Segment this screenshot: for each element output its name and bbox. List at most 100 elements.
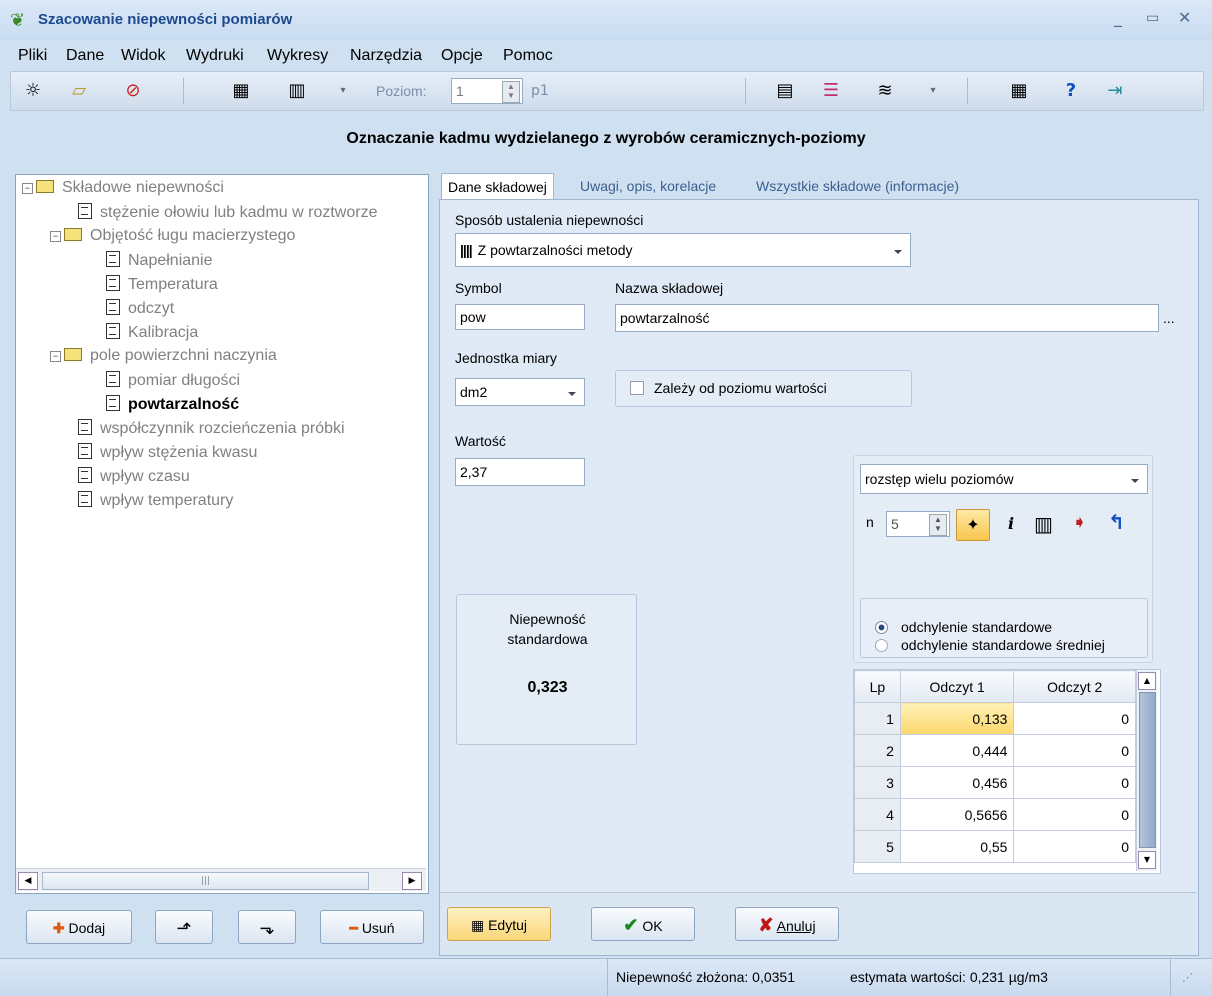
exit-icon[interactable]: ⇥ [1103,79,1127,103]
radio-std-dev-mean[interactable] [875,639,888,652]
method-dropdown[interactable]: |||| Z powtarzalności metody [455,233,911,267]
cell-odczyt-2[interactable]: 0 [1013,702,1136,735]
scroll-right-icon[interactable]: ▶ [402,872,422,890]
tab-dane-skladowej[interactable]: Dane składowej [441,173,554,201]
tree-item[interactable]: wpływ stężenia kwasu [78,443,257,462]
edit-icon: ▦ [470,917,485,933]
tree-item[interactable]: − Objętość ługu macierzystego [50,227,295,245]
status-separator [607,959,608,996]
tree-item-label: wpływ temperatury [100,492,234,509]
report-icon[interactable]: ▤ [773,79,797,103]
tree-item[interactable]: wpływ temperatury [78,491,233,510]
scroll-up-icon[interactable]: ▲ [1138,672,1156,690]
stop-icon[interactable]: ⊘ [121,79,145,103]
resize-grip-icon[interactable]: ⋰ [1182,971,1193,984]
tree-item-selected[interactable]: powtarzalność [106,395,239,414]
help-icon[interactable]: ? [1059,79,1083,103]
tree-item[interactable]: pomiar długości [106,371,240,390]
cell-odczyt-2[interactable]: 0 [1013,734,1136,767]
cell-odczyt-1[interactable]: 0,5656 [899,798,1015,831]
maximize-button[interactable]: ▭ [1146,10,1159,26]
cell-odczyt-1[interactable]: 0,55 [899,830,1015,863]
edit-button[interactable]: ▦ Edytuj [447,907,551,941]
menu-pliki[interactable]: Pliki [18,47,47,65]
table-vertical-scrollbar[interactable]: ▲ ▼ [1136,670,1157,871]
scroll-thumb[interactable]: ||| [42,872,369,890]
scroll-down-icon[interactable]: ▼ [1138,851,1156,869]
paste-icon[interactable]: ➧ [1072,512,1087,533]
scroll-left-icon[interactable]: ◀ [18,872,38,890]
name-more-button[interactable]: ... [1163,310,1175,326]
cell-odczyt-1[interactable]: 0,133 [899,702,1015,735]
collapse-icon[interactable]: − [50,351,61,362]
calculator-icon[interactable]: ▦ [1007,79,1031,103]
tree-item[interactable]: stężenie ołowiu lub kadmu w roztworze [78,203,377,222]
tree-item[interactable]: Kalibracja [106,323,198,342]
tree-item-label: stężenie ołowiu lub kadmu w roztworze [100,204,378,221]
remove-button[interactable]: ━ Usuń [320,910,424,944]
export-icon[interactable]: ▦ [229,79,253,103]
cell-odczyt-2[interactable]: 0 [1013,766,1136,799]
menu-dane[interactable]: Dane [66,47,104,65]
new-icon[interactable]: ☼ [21,79,45,103]
menu-narzedzia[interactable]: Narzędzia [350,47,422,65]
uncertainty-label-1: Niepewność [509,611,586,627]
cell-odczyt-1[interactable]: 0,456 [899,766,1015,799]
menu-widok[interactable]: Widok [121,47,165,65]
depends-checkbox[interactable] [630,381,644,395]
tab-wszystkie-skladowe[interactable]: Wszystkie składowe (informacje) [750,173,965,199]
symbol-input[interactable]: pow [455,304,585,330]
value-input[interactable]: 2,37 [455,458,585,486]
tree-item[interactable]: odczyt [106,299,174,318]
tree-horizontal-scrollbar[interactable]: ◀ ||| ▶ [16,868,426,891]
ok-button[interactable]: ✔ OK [591,907,695,941]
minimize-button[interactable]: _ [1114,8,1122,27]
tab-uwagi[interactable]: Uwagi, opis, korelacje [574,173,722,199]
tree-item-label: pomiar długości [128,372,241,389]
tree-item[interactable]: − pole powierzchni naczynia [50,347,277,365]
scroll-thumb[interactable] [1139,692,1156,848]
menu-bar: Pliki Dane Widok Wydruki Wykresy Narzędz… [0,43,1212,69]
poziom-spinner[interactable]: 1 ▲ ▼ [451,78,523,104]
method-label: Sposób ustalenia niepewności [455,212,644,228]
mode-dropdown[interactable]: rozstęp wielu poziomów [860,464,1148,494]
grid-icon[interactable]: ▥ [1034,512,1053,536]
document-icon [106,323,120,339]
line-chart-icon[interactable]: ≋ [873,79,897,103]
tree-item[interactable]: wpływ czasu [78,467,190,486]
spinner-arrows-icon[interactable]: ▲ ▼ [502,81,520,103]
move-up-button[interactable]: ⬏ [155,910,213,944]
menu-pomoc[interactable]: Pomoc [503,47,553,65]
open-folder-icon[interactable]: ▱ [67,79,91,103]
cancel-button[interactable]: ✘ Anuluj [735,907,839,941]
collapse-icon[interactable]: − [50,231,61,242]
menu-wykresy[interactable]: Wykresy [267,47,328,65]
menu-opcje[interactable]: Opcje [441,47,483,65]
ok-button-label: OK [642,918,663,934]
menu-wydruki[interactable]: Wydruki [186,47,244,65]
tree-item[interactable]: współczynnik rozcieńczenia próbki [78,419,345,438]
add-button[interactable]: ✚ Dodaj [26,910,132,944]
cell-odczyt-1[interactable]: 0,444 [899,734,1015,767]
arrow-up-icon[interactable]: ↰ [1108,510,1125,534]
spinner-arrows-icon[interactable]: ▲ ▼ [929,514,947,536]
document-icon [78,443,92,459]
radio-std-dev[interactable] [875,621,888,634]
cell-odczyt-2[interactable]: 0 [1013,830,1136,863]
wand-icon[interactable]: ✦ [956,509,990,541]
table-icon[interactable]: ▥ [285,79,309,103]
tree-item[interactable]: Temperatura [106,275,218,294]
chevron-down-icon[interactable]: ▾ [921,79,945,103]
cell-odczyt-2[interactable]: 0 [1013,798,1136,831]
name-input[interactable]: powtarzalność [615,304,1159,332]
collapse-icon[interactable]: − [22,183,33,194]
unit-dropdown[interactable]: dm2 [455,378,585,406]
chevron-down-icon[interactable]: ▾ [331,79,355,103]
tree-item[interactable]: Napełnianie [106,251,213,270]
move-down-button[interactable]: ⬎ [238,910,296,944]
tree-root[interactable]: − Składowe niepewności [22,179,224,197]
close-button[interactable]: ✕ [1178,8,1191,27]
info-icon[interactable]: i [1008,514,1014,533]
n-spinner[interactable]: 5 ▲ ▼ [886,511,950,537]
bar-chart-icon[interactable]: ☰ [819,79,843,103]
